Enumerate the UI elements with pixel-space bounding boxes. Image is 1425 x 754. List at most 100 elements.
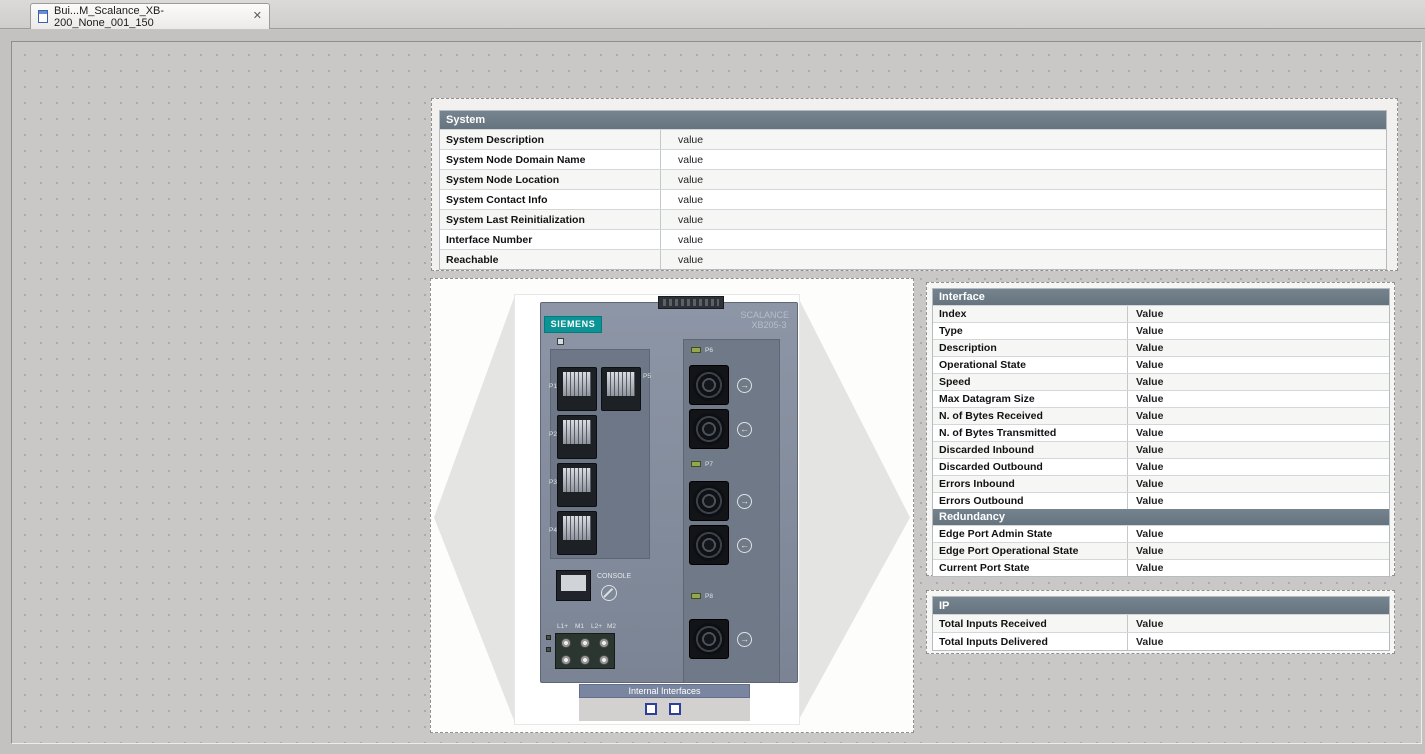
- power-label: M2: [607, 623, 616, 630]
- table-row: N. of Bytes Received Value: [933, 407, 1389, 424]
- row-value: value: [661, 190, 1386, 209]
- row-label: Reachable: [440, 250, 661, 269]
- tab-close-icon[interactable]: ✕: [253, 11, 262, 22]
- port-label: P3: [549, 479, 557, 486]
- row-label: Discarded Inbound: [933, 442, 1128, 458]
- table-row: Discarded Outbound Value: [933, 458, 1389, 475]
- terminal-screw: [599, 655, 609, 665]
- row-label: Errors Inbound: [933, 476, 1128, 492]
- row-value: value: [661, 210, 1386, 229]
- row-value: value: [661, 150, 1386, 169]
- row-value: Value: [1128, 526, 1389, 542]
- row-label: Total Inputs Delivered: [933, 633, 1128, 650]
- workspace: System System Description value System N…: [0, 30, 1425, 754]
- row-value: Value: [1128, 633, 1389, 650]
- port-label: P5: [643, 373, 651, 380]
- table-row: Operational State Value: [933, 356, 1389, 373]
- interface-table-header: Interface: [933, 289, 1389, 305]
- fiber-connector: [689, 409, 729, 449]
- row-label: Description: [933, 340, 1128, 356]
- system-table-header: System: [440, 111, 1386, 129]
- shading-right: [797, 295, 910, 723]
- console-port: [556, 570, 591, 601]
- table-row: Discarded Inbound Value: [933, 441, 1389, 458]
- row-value: Value: [1128, 425, 1389, 441]
- row-value: Value: [1128, 408, 1389, 424]
- top-connector: [658, 296, 724, 309]
- row-value: Value: [1128, 391, 1389, 407]
- table-row: System Description value: [440, 129, 1386, 149]
- terminal-screw: [580, 638, 590, 648]
- internal-interface-item[interactable]: [645, 703, 657, 715]
- port-indicator: [691, 347, 701, 353]
- table-row: Errors Inbound Value: [933, 475, 1389, 492]
- fiber-connector: [689, 525, 729, 565]
- power-led: [546, 635, 551, 640]
- table-row: Speed Value: [933, 373, 1389, 390]
- row-value: Value: [1128, 340, 1389, 356]
- power-label: L2+: [591, 623, 602, 630]
- table-row: Errors Outbound Value: [933, 492, 1389, 509]
- tab-faceplate[interactable]: Bui...M_Scalance_XB-200_None_001_150 ✕: [30, 3, 270, 29]
- row-value: Value: [1128, 493, 1389, 509]
- power-label: L1+: [557, 623, 568, 630]
- port-label: P8: [705, 593, 713, 600]
- row-label: Edge Port Admin State: [933, 526, 1128, 542]
- terminal-screw: [599, 638, 609, 648]
- row-value: value: [661, 230, 1386, 249]
- interface-table: Interface Index Value Type Value Descrip…: [932, 288, 1390, 577]
- table-row: System Contact Info value: [440, 189, 1386, 209]
- row-label: Interface Number: [440, 230, 661, 249]
- tab-label: Bui...M_Scalance_XB-200_None_001_150: [54, 5, 247, 29]
- fiber-connector: [689, 365, 729, 405]
- internal-interface-item[interactable]: [669, 703, 681, 715]
- row-label: System Description: [440, 130, 661, 149]
- table-row: Current Port State Value: [933, 559, 1389, 576]
- row-value: Value: [1128, 476, 1389, 492]
- port-label: P7: [705, 461, 713, 468]
- row-value: Value: [1128, 374, 1389, 390]
- row-label: System Node Location: [440, 170, 661, 189]
- row-label: Discarded Outbound: [933, 459, 1128, 475]
- terminal-screw: [561, 655, 571, 665]
- siemens-logo: SIEMENS: [544, 316, 602, 333]
- row-label: Operational State: [933, 357, 1128, 373]
- table-row: System Node Domain Name value: [440, 149, 1386, 169]
- device-plate: SIEMENS SCALANCE XB205-3 P1 P2 P3 P4 P5: [515, 295, 799, 724]
- interface-panel[interactable]: Interface Index Value Type Value Descrip…: [926, 282, 1395, 576]
- row-label: System Last Reinitialization: [440, 210, 661, 229]
- fiber-connector: [689, 481, 729, 521]
- row-label: Edge Port Operational State: [933, 543, 1128, 559]
- port-label: P6: [705, 347, 713, 354]
- rj45-port-2: [557, 415, 597, 459]
- row-label: Speed: [933, 374, 1128, 390]
- terminal-screw: [561, 638, 571, 648]
- system-table: System System Description value System N…: [439, 110, 1387, 270]
- fiber-connector: [689, 619, 729, 659]
- design-canvas[interactable]: System System Description value System N…: [11, 41, 1422, 744]
- table-row: Reachable value: [440, 249, 1386, 269]
- arrow-right-icon: →: [737, 378, 752, 393]
- tab-bar: Bui...M_Scalance_XB-200_None_001_150 ✕: [0, 0, 1425, 29]
- device-panel[interactable]: SIEMENS SCALANCE XB205-3 P1 P2 P3 P4 P5: [430, 278, 914, 733]
- table-row: Total Inputs Received Value: [933, 614, 1389, 632]
- device-model-label: SCALANCE XB205-3: [740, 310, 789, 330]
- shading-left: [434, 295, 515, 723]
- ip-panel[interactable]: IP Total Inputs Received Value Total Inp…: [926, 590, 1395, 654]
- rj45-port-3: [557, 463, 597, 507]
- row-value: Value: [1128, 615, 1389, 632]
- table-row: Edge Port Admin State Value: [933, 525, 1389, 542]
- port-indicator: [691, 461, 701, 467]
- terminal-screw: [580, 655, 590, 665]
- faceplate-icon: [38, 10, 48, 23]
- arrow-left-icon: ←: [737, 538, 752, 553]
- table-row: Type Value: [933, 322, 1389, 339]
- row-label: Index: [933, 306, 1128, 322]
- model-line1: SCALANCE: [740, 310, 789, 320]
- system-panel[interactable]: System System Description value System N…: [431, 98, 1398, 271]
- port-indicator: [691, 593, 701, 599]
- row-value: Value: [1128, 357, 1389, 373]
- scalance-device: SIEMENS SCALANCE XB205-3 P1 P2 P3 P4 P5: [540, 302, 798, 683]
- table-row: Index Value: [933, 305, 1389, 322]
- port-label: P2: [549, 431, 557, 438]
